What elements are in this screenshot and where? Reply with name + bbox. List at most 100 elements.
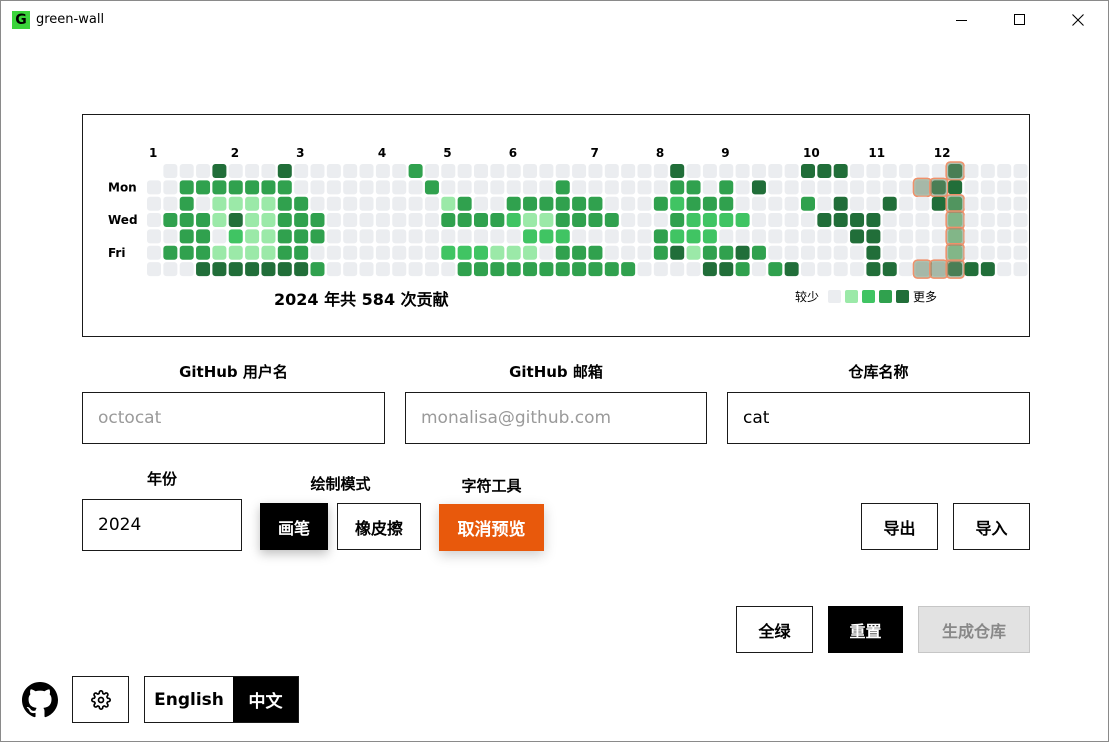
contribution-cell[interactable] bbox=[277, 213, 292, 228]
contribution-cell[interactable] bbox=[768, 229, 783, 244]
contribution-cell[interactable] bbox=[147, 229, 161, 244]
contribution-cell[interactable] bbox=[212, 196, 227, 211]
contribution-cell[interactable] bbox=[817, 229, 832, 244]
contribution-cell[interactable] bbox=[179, 213, 194, 228]
contribution-cell[interactable] bbox=[604, 229, 619, 244]
contribution-cell[interactable] bbox=[604, 196, 619, 211]
contribution-cell[interactable] bbox=[228, 229, 243, 244]
contribution-cell[interactable] bbox=[245, 229, 260, 244]
close-button[interactable] bbox=[1049, 1, 1107, 39]
contribution-cell[interactable] bbox=[980, 196, 995, 211]
contribution-cell[interactable] bbox=[702, 213, 717, 228]
contribution-cell[interactable] bbox=[277, 196, 292, 211]
contribution-cell[interactable] bbox=[539, 245, 554, 260]
contribution-cell[interactable] bbox=[670, 245, 685, 260]
contribution-cell[interactable] bbox=[523, 164, 538, 178]
contribution-cell[interactable] bbox=[980, 262, 995, 277]
contribution-cell[interactable] bbox=[441, 245, 456, 260]
contribution-cell[interactable] bbox=[228, 262, 243, 277]
contribution-cell[interactable] bbox=[572, 196, 587, 211]
contribution-cell[interactable] bbox=[833, 245, 848, 260]
contribution-cell[interactable] bbox=[424, 262, 439, 277]
contribution-cell[interactable] bbox=[310, 262, 325, 277]
contribution-cell[interactable] bbox=[997, 213, 1012, 228]
contribution-cell[interactable] bbox=[621, 196, 636, 211]
contribution-cell[interactable] bbox=[931, 164, 946, 178]
contribution-cell[interactable] bbox=[424, 180, 439, 195]
contribution-cell[interactable] bbox=[539, 213, 554, 228]
contribution-cell[interactable] bbox=[196, 229, 211, 244]
contribution-cell[interactable] bbox=[408, 213, 423, 228]
username-input[interactable] bbox=[82, 392, 385, 444]
contribution-cell[interactable] bbox=[621, 213, 636, 228]
contribution-cell[interactable] bbox=[196, 196, 211, 211]
contribution-cell[interactable] bbox=[670, 164, 685, 178]
contribution-cell[interactable] bbox=[866, 245, 881, 260]
email-input[interactable] bbox=[405, 392, 707, 444]
contribution-cell[interactable] bbox=[604, 164, 619, 178]
contribution-cell[interactable] bbox=[670, 180, 685, 195]
contribution-cell[interactable] bbox=[751, 245, 766, 260]
pen-mode-button[interactable]: 画笔 bbox=[260, 503, 328, 550]
contribution-cell[interactable] bbox=[850, 213, 865, 228]
contribution-cell[interactable] bbox=[539, 229, 554, 244]
year-input[interactable] bbox=[82, 499, 242, 551]
contribution-cell[interactable] bbox=[326, 262, 341, 277]
contribution-cell[interactable] bbox=[196, 164, 211, 178]
contribution-cell[interactable] bbox=[882, 229, 897, 244]
contribution-cell[interactable] bbox=[899, 213, 914, 228]
contribution-cell[interactable] bbox=[866, 164, 881, 178]
contribution-cell[interactable] bbox=[408, 229, 423, 244]
contribution-cell[interactable] bbox=[686, 180, 701, 195]
contribution-cell[interactable] bbox=[343, 245, 358, 260]
contribution-cell[interactable] bbox=[261, 262, 276, 277]
contribution-cell[interactable] bbox=[523, 196, 538, 211]
contribution-cell[interactable] bbox=[1013, 196, 1028, 211]
contribution-cell[interactable] bbox=[310, 229, 325, 244]
contribution-cell[interactable] bbox=[670, 196, 685, 211]
contribution-cell[interactable] bbox=[474, 262, 488, 277]
contribution-cell[interactable] bbox=[850, 196, 865, 211]
contribution-cell[interactable] bbox=[196, 262, 211, 277]
contribution-cell[interactable] bbox=[490, 213, 505, 228]
contribution-cell[interactable] bbox=[555, 213, 570, 228]
contribution-cell[interactable] bbox=[424, 245, 439, 260]
contribution-cell[interactable] bbox=[375, 245, 390, 260]
contribution-cell[interactable] bbox=[294, 213, 309, 228]
contribution-cell[interactable] bbox=[637, 213, 652, 228]
contribution-cell[interactable] bbox=[343, 180, 358, 195]
contribution-cell[interactable] bbox=[310, 245, 325, 260]
contribution-cell[interactable] bbox=[326, 196, 341, 211]
contribution-cell[interactable] bbox=[163, 180, 178, 195]
contribution-cell[interactable] bbox=[751, 213, 766, 228]
contribution-cell[interactable] bbox=[719, 229, 734, 244]
contribution-cell[interactable] bbox=[801, 164, 815, 178]
contribution-cell[interactable] bbox=[326, 164, 341, 178]
contribution-cell[interactable] bbox=[784, 262, 799, 277]
contribution-cell[interactable] bbox=[997, 164, 1012, 178]
contribution-cell[interactable] bbox=[604, 262, 619, 277]
contribution-cell[interactable] bbox=[506, 245, 521, 260]
contribution-cell[interactable] bbox=[899, 180, 914, 195]
contribution-cell[interactable] bbox=[228, 164, 243, 178]
lang-english-option[interactable]: English bbox=[145, 677, 233, 722]
contribution-cell[interactable] bbox=[882, 180, 897, 195]
contribution-cell[interactable] bbox=[441, 164, 456, 178]
contribution-cell[interactable] bbox=[588, 245, 603, 260]
contribution-cell[interactable] bbox=[915, 245, 930, 260]
contribution-cell[interactable] bbox=[326, 245, 341, 260]
contribution-cell[interactable] bbox=[817, 180, 832, 195]
contribution-cell[interactable] bbox=[506, 196, 521, 211]
contribution-cell[interactable] bbox=[768, 196, 783, 211]
contribution-cell[interactable] bbox=[163, 196, 178, 211]
contribution-cell[interactable] bbox=[555, 180, 570, 195]
contribution-cell[interactable] bbox=[441, 262, 456, 277]
contribution-cell[interactable] bbox=[457, 245, 472, 260]
contribution-cell[interactable] bbox=[375, 213, 390, 228]
contribution-cell[interactable] bbox=[670, 213, 685, 228]
contribution-cell[interactable] bbox=[441, 213, 456, 228]
contribution-cell[interactable] bbox=[702, 245, 717, 260]
contribution-cell[interactable] bbox=[392, 213, 407, 228]
contribution-cell[interactable] bbox=[882, 262, 897, 277]
contribution-cell[interactable] bbox=[474, 180, 488, 195]
